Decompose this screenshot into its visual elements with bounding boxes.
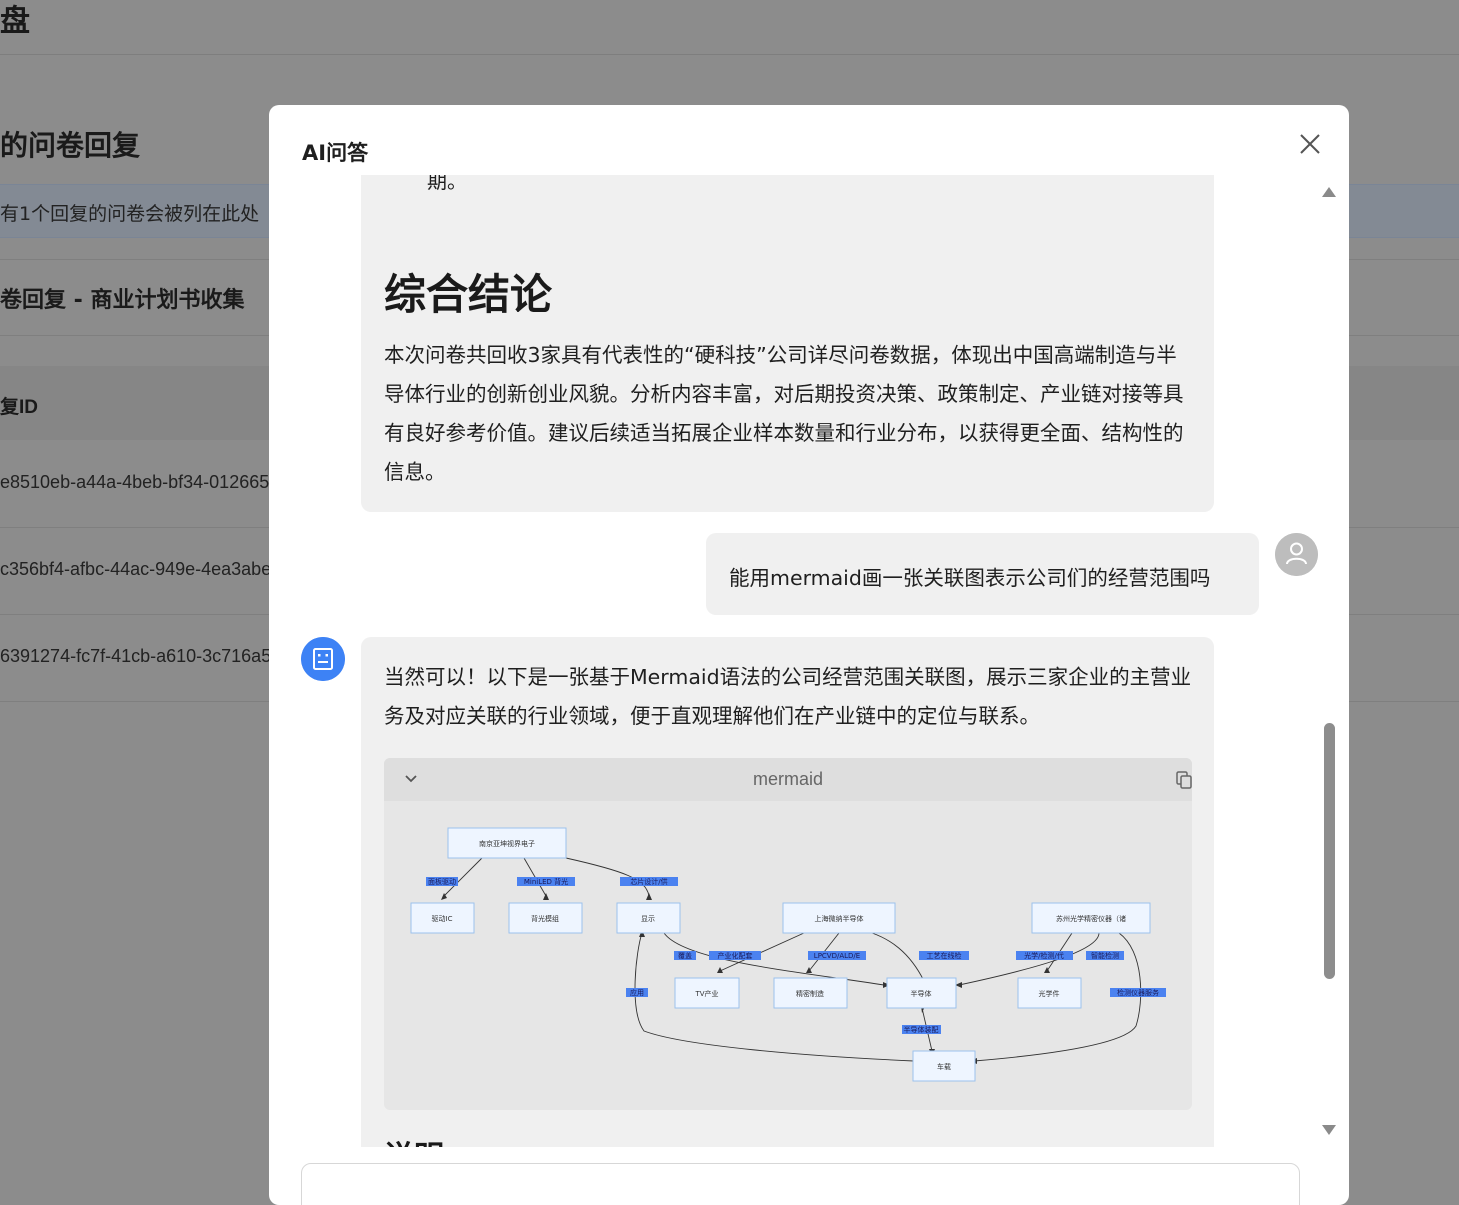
- modal-title: AI问答: [302, 141, 369, 165]
- svg-text:南京亚坤视界电子: 南京亚坤视界电子: [479, 839, 535, 848]
- bot-avatar-icon: [301, 637, 345, 681]
- svg-text:面板驱动: 面板驱动: [428, 877, 456, 886]
- diagram-edge-label: 半导体装配: [902, 1025, 941, 1034]
- diagram-edge-label: 面板驱动: [426, 877, 458, 886]
- diagram-edge-label: 检测仪器服务: [1110, 988, 1166, 997]
- copy-icon[interactable]: [1176, 771, 1192, 789]
- diagram-node: 背光模组: [508, 902, 583, 934]
- diagram-edge-label: LPCVD/ALD/E: [808, 951, 866, 960]
- svg-text:检测仪器服务: 检测仪器服务: [1117, 988, 1159, 997]
- diagram-edge-label: 应用: [626, 988, 648, 997]
- background-table-header-cell: 复ID: [0, 397, 39, 418]
- background-table-cell: e8510eb-a44a-4beb-bf34-012665: [0, 472, 270, 492]
- background-table-cell: c356bf4-afbc-44ac-949e-4ea3abe: [0, 559, 272, 579]
- svg-text:显示: 显示: [641, 915, 655, 923]
- scroll-down-arrow-icon[interactable]: [1322, 1125, 1336, 1135]
- background-header-title: 盘: [0, 4, 30, 39]
- user-message-text: 能用mermaid画一张关联图表示公司们的经营范围吗: [729, 566, 1211, 590]
- diagram-edge-label: 芯片设计/供: [620, 877, 678, 886]
- diagram-edge-label: 产业化配套: [709, 951, 761, 960]
- chat-message-list[interactable]: 期。 综合结论 本次问卷共回收3家具有代表性的“硬科技”公司详尽问卷数据，体现出…: [269, 175, 1349, 1147]
- bot-message-bubble: 期。 综合结论 本次问卷共回收3家具有代表性的“硬科技”公司详尽问卷数据，体现出…: [361, 175, 1214, 512]
- svg-text:应用: 应用: [630, 988, 644, 997]
- background-table-cell: 6391274-fc7f-41cb-a610-3c716a5: [0, 646, 272, 666]
- diagram-edge-label: 覆盖: [674, 951, 696, 960]
- svg-text:LPCVD/ALD/E: LPCVD/ALD/E: [814, 952, 860, 960]
- diagram-edge: [871, 932, 925, 982]
- svg-text:精密制造: 精密制造: [796, 989, 824, 998]
- svg-text:芯片设计/供: 芯片设计/供: [630, 877, 667, 886]
- svg-text:光学件: 光学件: [1039, 989, 1060, 998]
- svg-text:半导体装配: 半导体装配: [904, 1025, 939, 1034]
- svg-text:苏州光学精密仪器（诸: 苏州光学精密仪器（诸: [1056, 914, 1126, 923]
- diagram-arrowhead: [646, 893, 652, 900]
- bot-message-truncated-line: 期。: [427, 175, 467, 193]
- diagram-edge-label: 光学/检测/代: [1016, 951, 1073, 960]
- scrollbar-thumb[interactable]: [1324, 723, 1335, 979]
- svg-text:智能检测: 智能检测: [1091, 951, 1119, 960]
- background-section-title: 的问卷回复: [0, 129, 141, 162]
- diagram-node: 半导体: [886, 977, 957, 1009]
- diagram-node: 上海微纳半导体: [782, 902, 896, 934]
- explanation-heading: 说明: [384, 1132, 444, 1147]
- diagram-node: 精密制造: [773, 977, 848, 1009]
- svg-text:产业化配套: 产业化配套: [718, 951, 753, 960]
- chat-input-field[interactable]: [301, 1163, 1300, 1205]
- mermaid-code-block: mermaid 南京亚坤视界电子 驱动IC 背光模组 显示 上海微纳半导体 TV…: [384, 758, 1192, 1110]
- background-card-title: 卷回复 - 商业计划书收集: [0, 288, 245, 313]
- svg-text:覆盖: 覆盖: [678, 951, 692, 960]
- svg-text:背光模组: 背光模组: [531, 914, 559, 923]
- bot-message-bubble: 当然可以！以下是一张基于Mermaid语法的公司经营范围关联图，展示三家企业的主…: [361, 637, 1214, 1147]
- diagram-edge-label: 工艺在线检: [919, 951, 969, 960]
- scroll-up-arrow-icon[interactable]: [1322, 187, 1336, 197]
- svg-text:半导体: 半导体: [911, 989, 932, 998]
- svg-text:驱动IC: 驱动IC: [432, 914, 453, 923]
- user-message-bubble: 能用mermaid画一张关联图表示公司们的经营范围吗: [706, 533, 1259, 615]
- background-header: 盘: [0, 0, 1459, 55]
- diagram-node: 驱动IC: [410, 902, 475, 934]
- svg-text:TV产业: TV产业: [694, 989, 718, 998]
- user-avatar-icon: [1275, 533, 1318, 576]
- close-icon[interactable]: [1297, 131, 1323, 157]
- diagram-edge-label: 智能检测: [1086, 951, 1124, 960]
- ai-chat-modal: AI问答 期。 综合结论 本次问卷共回收3家具有代表性的“硬科技”公司详尽问卷数…: [269, 105, 1349, 1205]
- svg-text:工艺在线检: 工艺在线检: [927, 951, 962, 960]
- background-info-text: 有1个回复的问卷会被列在此处: [0, 203, 260, 225]
- diagram-node: 苏州光学精密仪器（诸: [1031, 902, 1151, 934]
- svg-text:上海微纳半导体: 上海微纳半导体: [815, 914, 864, 923]
- svg-text:车载: 车载: [937, 1062, 951, 1071]
- diagram-arrowhead: [543, 893, 549, 900]
- diagram-node: 光学件: [1017, 977, 1082, 1009]
- diagram-node: 车载: [912, 1050, 976, 1082]
- diagram-node: 显示: [616, 902, 681, 934]
- diagram-edge-label: MiniLED 背光: [517, 877, 575, 886]
- conclusion-paragraph: 本次问卷共回收3家具有代表性的“硬科技”公司详尽问卷数据，体现出中国高端制造与半…: [384, 343, 1184, 484]
- mermaid-diagram: 南京亚坤视界电子 驱动IC 背光模组 显示 上海微纳半导体 TV产业 精密制造 …: [410, 827, 1166, 1082]
- diagram-node: 南京亚坤视界电子: [447, 827, 567, 859]
- conclusion-heading: 综合结论: [384, 270, 553, 319]
- bot-intro-paragraph: 当然可以！以下是一张基于Mermaid语法的公司经营范围关联图，展示三家企业的主…: [384, 665, 1192, 728]
- code-language-label: mermaid: [752, 769, 823, 789]
- diagram-node: TV产业: [674, 977, 740, 1009]
- svg-text:MiniLED 背光: MiniLED 背光: [524, 877, 568, 886]
- svg-text:光学/检测/代: 光学/检测/代: [1024, 951, 1064, 960]
- code-block-header: mermaid: [384, 758, 1192, 801]
